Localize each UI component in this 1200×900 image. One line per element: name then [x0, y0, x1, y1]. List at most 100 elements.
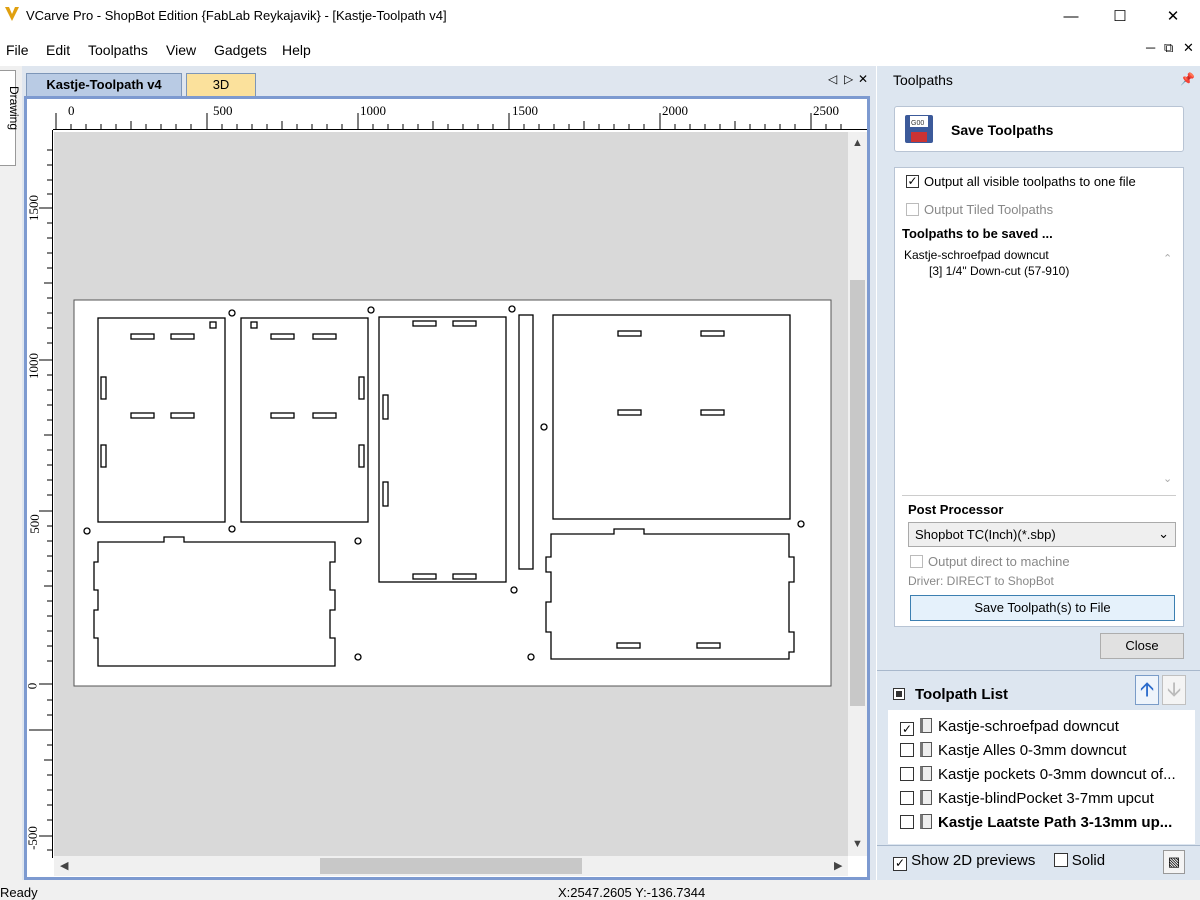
mdi-minimize-icon[interactable]: ─: [1146, 40, 1155, 55]
tab-kastje-toolpath[interactable]: Kastje-Toolpath v4: [26, 73, 182, 97]
panel-title: Toolpaths: [893, 72, 953, 88]
mdi-close-icon[interactable]: ✕: [1183, 40, 1194, 56]
ruler-label: -500: [24, 826, 40, 850]
list-item: Kastje-schroefpad downcut: [904, 248, 1049, 262]
left-dock-strip: [0, 66, 22, 880]
toolpath-icon: [920, 766, 932, 781]
preview-options: ✓ Show 2D previews Solid: [893, 852, 1105, 871]
list-scroll-up-icon[interactable]: ⌃: [1163, 252, 1172, 265]
toolpath-icon: [920, 814, 932, 829]
ruler-label: 1000: [360, 103, 386, 118]
save-toolpaths-header: G00 Save Toolpaths: [894, 106, 1184, 152]
tab-3d-view[interactable]: 3D View: [186, 73, 256, 114]
vertical-ruler: 1500 1000 500 0 -500: [24, 130, 53, 858]
list-item: [3] 1/4" Down-cut (57-910): [929, 264, 1070, 278]
status-text: Ready: [0, 885, 38, 900]
show-2d-label: Show 2D previews: [911, 852, 1036, 869]
toolpath-list-title: Toolpath List: [915, 686, 1009, 703]
output-tiled-label: Output Tiled Toolpaths: [924, 202, 1054, 217]
vcarve-logo-icon: [5, 7, 19, 21]
output-all-label: Output all visible toolpaths to one file: [924, 174, 1136, 189]
solid-label: Solid: [1071, 852, 1106, 869]
cursor-coordinates: X:2547.2605 Y:-136.7344: [558, 885, 706, 900]
post-processor-label: Post Processor: [908, 502, 1004, 517]
save-toolpaths-to-file-button[interactable]: Save Toolpath(s) to File: [910, 595, 1175, 621]
close-window-button[interactable]: ✕: [1150, 0, 1196, 33]
toolpath-checkbox[interactable]: [900, 815, 914, 829]
toolpaths-to-be-saved-heading: Toolpaths to be saved ...: [902, 226, 1053, 241]
horizontal-ruler-ticks: [55, 113, 842, 130]
output-all-checkbox[interactable]: ✓: [906, 175, 919, 188]
tab-close-icon[interactable]: ✕: [858, 72, 868, 86]
menu-help[interactable]: Help: [282, 42, 311, 58]
chevron-down-icon: ⌄: [1158, 526, 1169, 541]
close-button[interactable]: Close: [1100, 633, 1184, 659]
output-tiled-checkbox: [906, 203, 919, 216]
save-toolpaths-title: Save Toolpaths: [951, 122, 1054, 138]
drawing-tab[interactable]: Drawing: [0, 70, 21, 166]
ruler-label: 1500: [26, 195, 41, 221]
toolpath-checkbox[interactable]: ✓: [900, 722, 914, 736]
toolpath-icon: [920, 718, 932, 733]
menu-edit[interactable]: Edit: [46, 42, 70, 58]
window-title: VCarve Pro - ShopBot Edition {FabLab Rey…: [26, 8, 447, 23]
menu-file[interactable]: File: [6, 42, 29, 58]
toolpath-item[interactable]: ✓ Kastje-schroefpad downcut: [900, 718, 1119, 736]
ruler-label: 1000: [26, 353, 41, 379]
ruler-label: 500: [26, 514, 42, 534]
horizontal-scroll-thumb[interactable]: [320, 858, 582, 874]
calculator-icon[interactable]: ▧: [1163, 850, 1185, 874]
toolpath-item[interactable]: Kastje Laatste Path 3-13mm up...: [900, 814, 1172, 831]
save-disk-icon: G00: [905, 115, 933, 143]
vertical-ruler-ticks: [29, 149, 53, 851]
post-processor-value: Shopbot TC(Inch)(*.sbp): [915, 527, 1056, 542]
post-processor-select[interactable]: Shopbot TC(Inch)(*.sbp) ⌄: [908, 522, 1176, 547]
collapse-icon[interactable]: [893, 688, 905, 700]
vertical-scroll-thumb[interactable]: [850, 280, 865, 706]
output-direct-label: Output direct to machine: [928, 554, 1070, 569]
tab-next-icon[interactable]: ▷: [844, 72, 853, 86]
svg-text:G00: G00: [911, 120, 924, 127]
move-down-button: 🡫: [1162, 675, 1186, 705]
toolpath-icon: [920, 742, 932, 757]
menu-toolpaths[interactable]: Toolpaths: [88, 42, 148, 58]
horizontal-ruler: 0 500 1000 1500 2000 2500: [53, 99, 867, 130]
divider: [877, 670, 1200, 671]
toolpaths-to-save-list[interactable]: Kastje-schroefpad downcut [3] 1/4" Down-…: [900, 246, 1176, 488]
ruler-label: 2000: [662, 103, 688, 118]
divider: [902, 495, 1176, 496]
toolpath-checkbox[interactable]: [900, 791, 914, 805]
scroll-down-icon[interactable]: ▼: [852, 838, 863, 850]
toolpath-icon: [920, 790, 932, 805]
ruler-label: 1500: [512, 103, 538, 118]
show-2d-checkbox[interactable]: ✓: [893, 857, 907, 871]
divider: [877, 845, 1200, 846]
ruler-label: 2500: [813, 103, 839, 118]
scroll-up-icon[interactable]: ▲: [852, 137, 863, 149]
drawing-canvas[interactable]: [54, 132, 848, 856]
solid-checkbox[interactable]: [1053, 853, 1068, 867]
mdi-restore-icon[interactable]: ⧉: [1164, 40, 1173, 56]
ruler-corner: [27, 99, 53, 130]
menu-gadgets[interactable]: Gadgets: [214, 42, 267, 58]
maximize-button[interactable]: ☐: [1097, 0, 1143, 33]
driver-label: Driver: DIRECT to ShopBot: [908, 574, 1054, 588]
minimize-button[interactable]: —: [1048, 0, 1094, 33]
toolpath-item[interactable]: Kastje pockets 0-3mm downcut of...: [900, 766, 1176, 783]
move-up-button[interactable]: 🡩: [1135, 675, 1159, 705]
pin-icon[interactable]: 📌: [1180, 72, 1195, 86]
scroll-left-icon[interactable]: ◀: [60, 859, 68, 872]
scroll-right-icon[interactable]: ▶: [834, 859, 842, 872]
status-bar: Ready X:2547.2605 Y:-136.7344: [0, 880, 1200, 900]
toolpath-checkbox[interactable]: [900, 767, 914, 781]
tab-prev-icon[interactable]: ◁: [828, 72, 837, 86]
ruler-label: 500: [213, 103, 233, 118]
toolpath-item[interactable]: Kastje-blindPocket 3-7mm upcut: [900, 790, 1154, 807]
menu-view[interactable]: View: [166, 42, 196, 58]
toolpath-item[interactable]: Kastje Alles 0-3mm downcut: [900, 742, 1126, 759]
list-scroll-down-icon[interactable]: ⌄: [1163, 472, 1172, 485]
cut-parts-drawing: [73, 299, 832, 687]
ruler-label: 0: [24, 682, 40, 690]
output-direct-checkbox: [910, 555, 923, 568]
toolpath-checkbox[interactable]: [900, 743, 914, 757]
